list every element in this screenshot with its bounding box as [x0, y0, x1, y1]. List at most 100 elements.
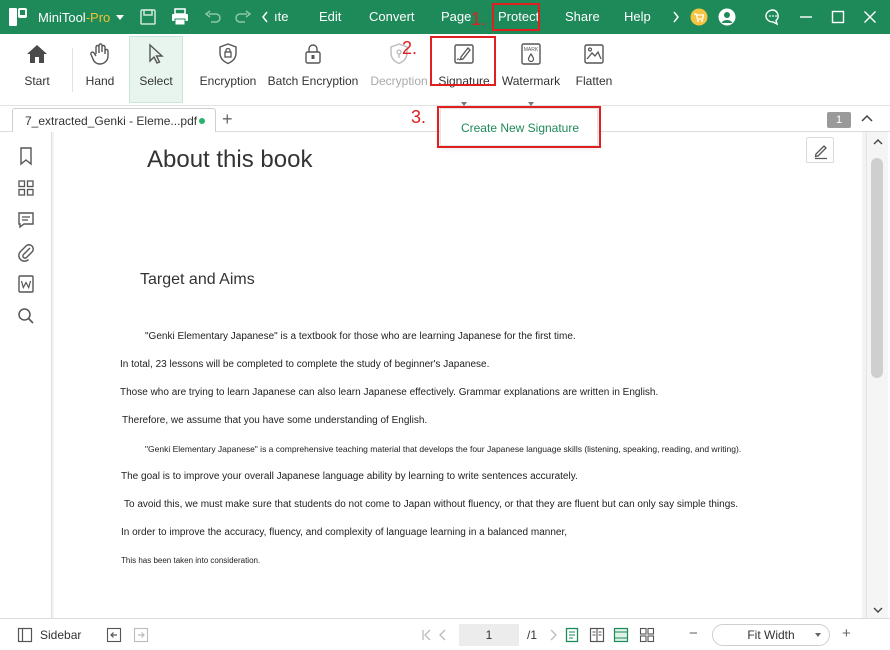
tool-label-decryption: Decryption	[370, 74, 428, 88]
next-page-icon[interactable]	[545, 627, 561, 643]
feedback-icon[interactable]	[764, 8, 782, 26]
pdf-text-line: In total, 23 lessons will be completed t…	[120, 359, 490, 370]
previous-view-icon[interactable]	[106, 627, 122, 643]
previous-page-icon[interactable]	[435, 627, 451, 643]
close-icon[interactable]	[861, 8, 879, 26]
pdf-text-line: This has been taken into consideration.	[121, 556, 261, 565]
maximize-icon[interactable]	[829, 8, 847, 26]
decryption-tool-button[interactable]: Decryption	[368, 38, 430, 102]
user-avatar-icon[interactable]	[718, 8, 736, 26]
batch-encryption-tool-button[interactable]: Batch Encryption	[266, 38, 360, 102]
pdf-text-line: In order to improve the accuracy, fluenc…	[121, 527, 568, 538]
edit-signature-button[interactable]	[806, 137, 834, 163]
pdf-text-line: "Genki Elementary Japanese" is a compreh…	[145, 444, 742, 454]
tool-label-encryption: Encryption	[199, 74, 257, 88]
add-tab-button[interactable]: +	[222, 109, 233, 130]
word-icon[interactable]	[16, 274, 36, 294]
menu-item-partial[interactable]: ıte	[274, 9, 288, 24]
menu-item-share[interactable]: Share	[565, 9, 600, 24]
pdf-text-line: To avoid this, we must make sure that st…	[124, 499, 739, 510]
annotation-step-1: 1.	[471, 9, 487, 29]
tool-label-flatten: Flatten	[575, 74, 613, 88]
menu-item-convert[interactable]: Convert	[369, 9, 415, 24]
menu-scroll-left-icon[interactable]	[260, 8, 270, 26]
bookmark-icon[interactable]	[16, 146, 36, 166]
pdf-subheading: Target and Aims	[140, 271, 255, 288]
annotation-box-protect	[492, 3, 540, 31]
page-number-badge: 1	[827, 112, 851, 128]
pdf-text-line: The goal is to improve your overall Japa…	[121, 471, 578, 482]
tool-label-watermark: Watermark	[501, 74, 561, 88]
sidebar-label[interactable]: Sidebar	[40, 628, 81, 642]
flatten-tool-button[interactable]: Flatten	[569, 38, 619, 102]
zoom-value: Fit Width	[747, 628, 795, 642]
print-icon[interactable]	[171, 8, 189, 26]
sidebar-toggle-icon[interactable]	[17, 627, 33, 643]
annotation-step-2: 2.	[402, 38, 418, 58]
pencil-icon	[814, 145, 827, 160]
first-page-icon[interactable]	[418, 627, 434, 643]
encryption-tool-button[interactable]: Encryption	[197, 38, 259, 102]
document-viewer[interactable]: About this book Target and Aims "Genki E…	[52, 132, 866, 618]
menu-item-edit[interactable]: Edit	[319, 9, 341, 24]
watermark-icon-text: MARK	[524, 47, 539, 53]
attachment-icon[interactable]	[16, 242, 36, 262]
select-tool-button[interactable]: Select	[129, 36, 183, 103]
annotation-box-signature	[430, 36, 496, 86]
vertical-scrollbar[interactable]	[866, 132, 888, 618]
single-page-view-icon[interactable]	[564, 627, 580, 643]
home-icon	[27, 45, 47, 63]
title-bar: MiniTool-Pro ıte Edit Convert Page Prote…	[0, 0, 890, 34]
pdf-heading: About this book	[147, 146, 313, 173]
scrollbar-thumb[interactable]	[871, 158, 883, 378]
pdf-text-line: Therefore, we assume that you have some …	[122, 415, 428, 426]
page-total: /1	[527, 628, 538, 642]
menu-item-page[interactable]: Page	[441, 9, 471, 24]
search-icon[interactable]	[16, 306, 36, 326]
cart-icon[interactable]	[690, 8, 708, 26]
scroll-up-icon[interactable]	[873, 138, 883, 146]
two-page-view-icon[interactable]	[589, 627, 605, 643]
tool-label-start: Start	[24, 74, 50, 88]
watermark-icon: MARK	[521, 43, 541, 65]
app-menu-caret-icon[interactable]	[116, 13, 124, 21]
pdf-page[interactable]: About this book Target and Aims "Genki E…	[54, 132, 862, 618]
next-view-icon[interactable]	[133, 627, 149, 643]
continuous-view-icon[interactable]	[613, 627, 629, 643]
minimize-icon[interactable]	[797, 8, 815, 26]
thumbnails-icon[interactable]	[16, 178, 36, 198]
app-name: MiniTool-Pro	[38, 10, 111, 25]
pdf-text-line: Those who are trying to learn Japanese c…	[120, 387, 659, 398]
scroll-down-icon[interactable]	[873, 606, 883, 614]
start-tool-button[interactable]: Start	[14, 38, 60, 102]
zoom-select[interactable]: Fit Width	[712, 624, 830, 646]
hand-tool-button[interactable]: Hand	[78, 38, 122, 102]
page-number-input[interactable]	[459, 624, 519, 646]
hand-icon	[90, 43, 109, 65]
zoom-caret-icon	[815, 633, 821, 637]
lock-icon	[219, 43, 237, 65]
redo-icon[interactable]	[234, 8, 252, 26]
save-icon[interactable]	[139, 8, 157, 26]
tool-label-batch-encryption: Batch Encryption	[267, 74, 359, 88]
ribbon-divider	[72, 48, 73, 92]
undo-icon[interactable]	[204, 8, 222, 26]
zoom-in-button[interactable]: +	[842, 625, 851, 642]
menu-item-help[interactable]: Help	[624, 9, 651, 24]
annotation-step-3: 3.	[411, 107, 427, 127]
unsaved-indicator-icon	[199, 118, 205, 124]
comment-icon[interactable]	[16, 210, 36, 230]
collapse-ribbon-icon[interactable]	[860, 112, 874, 126]
watermark-tool-button[interactable]: MARK Watermark	[500, 38, 562, 106]
tool-label-hand: Hand	[85, 74, 115, 88]
cursor-icon	[149, 43, 164, 64]
status-bar: Sidebar /1 − Fit Width +	[0, 618, 890, 650]
grid-view-icon[interactable]	[639, 627, 655, 643]
tool-label-select: Select	[139, 74, 173, 88]
lock-stack-icon	[305, 44, 321, 64]
zoom-out-button[interactable]: −	[689, 625, 698, 642]
menu-scroll-right-icon[interactable]	[671, 8, 681, 26]
document-tab[interactable]: 7_extracted_Genki - Eleme...pdf	[12, 108, 216, 132]
annotation-box-create-signature	[437, 106, 601, 148]
document-tab-title: 7_extracted_Genki - Eleme...pdf	[25, 114, 198, 128]
